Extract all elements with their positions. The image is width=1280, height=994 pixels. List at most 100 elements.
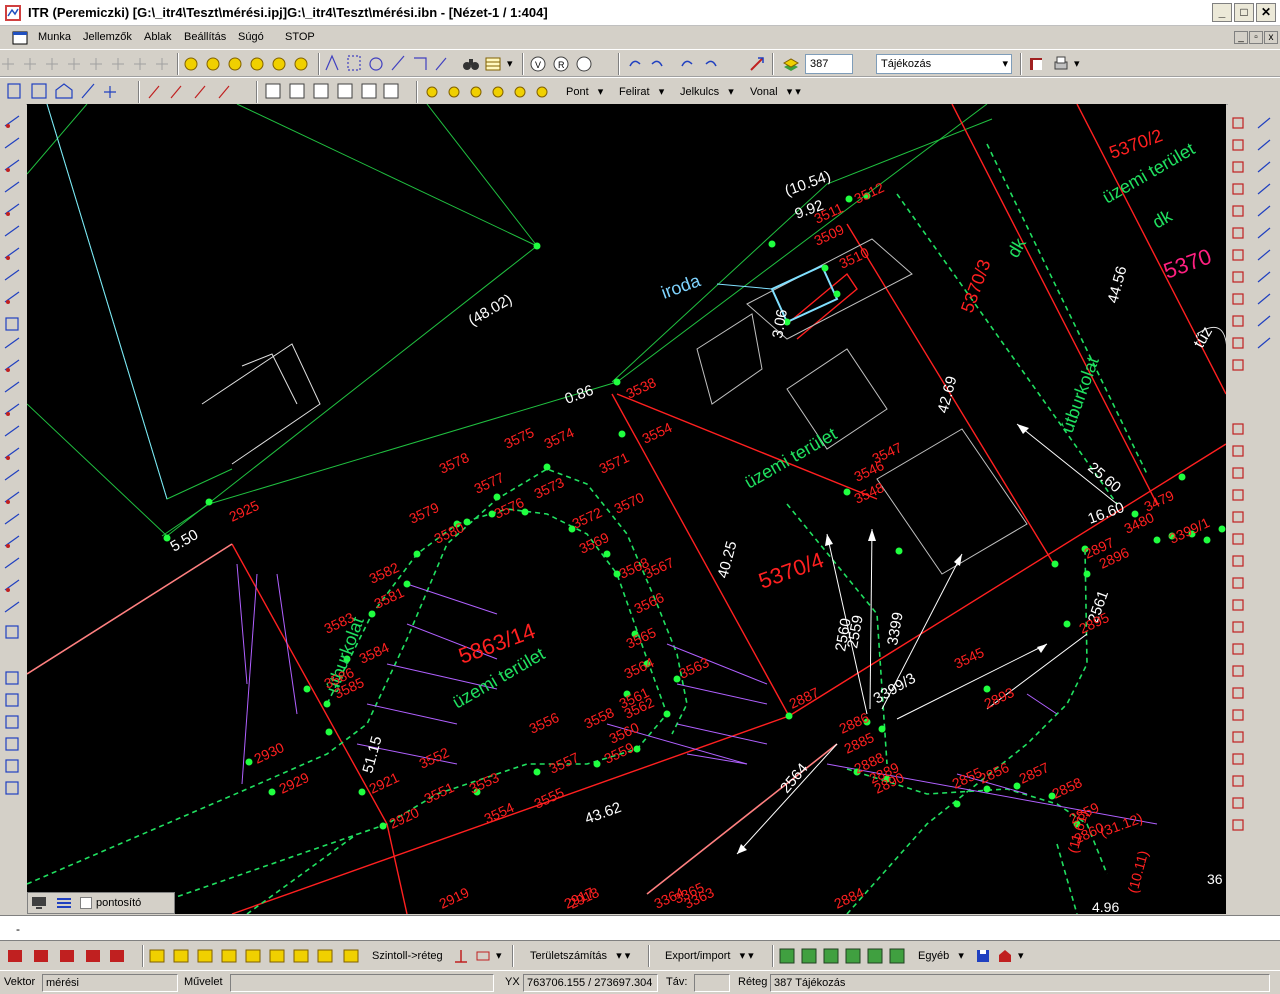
jelkulcs-dropdown[interactable]: Jelkulcs ▾: [680, 82, 734, 102]
menu-beallitas[interactable]: Beállítás: [184, 31, 226, 43]
point-number-label: 3573: [532, 474, 567, 502]
chevron-down-icon: ▾: [1002, 58, 1008, 70]
point-number-label: 2884: [832, 884, 867, 912]
terulet-label: Területszámítás: [530, 950, 608, 962]
text-tools[interactable]: [264, 78, 404, 106]
point-number-label: 3577: [472, 469, 507, 497]
edit-tools[interactable]: [145, 78, 253, 106]
map-canvas[interactable]: 5370/2 5370/3 5370/4 5863/14 5370 üzemi …: [27, 104, 1226, 914]
map-drawing: 5370/2 5370/3 5370/4 5863/14 5370 üzemi …: [27, 104, 1226, 914]
menu-stop[interactable]: STOP: [285, 31, 315, 43]
point-number-label: 2919: [437, 884, 472, 912]
dropdown-arrow-icon[interactable]: ▾: [507, 54, 513, 74]
point-number-label: 3570: [612, 489, 647, 517]
right-tool-icons[interactable]: [1228, 104, 1280, 844]
close-button[interactable]: ✕: [1256, 3, 1276, 22]
maximize-button[interactable]: □: [1234, 3, 1254, 22]
select-tools[interactable]: [322, 50, 452, 78]
zoom-tools[interactable]: VR: [528, 50, 608, 78]
view-tabs: pontosító: [27, 892, 175, 914]
point-number-label: 3547: [870, 439, 905, 467]
dim-label: (10.11): [1124, 849, 1151, 895]
distance-label: 51.15: [359, 734, 385, 775]
tav-label: Táv:: [666, 976, 688, 988]
szintoll-button[interactable]: Szintoll->réteg: [372, 946, 443, 966]
menu-sugo[interactable]: Súgó: [238, 31, 264, 43]
export-dropdown[interactable]: Export/import ▾ ▾: [665, 946, 754, 966]
distance-label: 44.56: [1104, 264, 1130, 305]
minimize-button[interactable]: _: [1212, 3, 1232, 22]
distance-label: 3399: [884, 611, 907, 647]
bottom-tool-icons-2[interactable]: [148, 946, 368, 966]
point-number-label: 2920: [387, 804, 422, 832]
point-number-label: 2856: [977, 759, 1012, 787]
window-title: ITR (Peremiczki) [G:\_itr4\Teszt\mérési.…: [28, 5, 548, 20]
distance-label: 16.60: [1086, 499, 1127, 528]
undo-redo-tools[interactable]: [624, 50, 744, 78]
grid-tools[interactable]: [0, 50, 180, 78]
point-number-label: 3553: [467, 769, 502, 797]
measure-icon[interactable]: [452, 947, 470, 965]
monitor-icon[interactable]: [31, 896, 47, 910]
point-number-label: 3554: [482, 799, 517, 827]
mdi-close-button[interactable]: x: [1264, 31, 1278, 44]
left-tool-icons[interactable]: [0, 104, 26, 834]
dropdown-arrow-icon[interactable]: ▾: [496, 946, 502, 966]
doc-icon: [12, 31, 28, 45]
point-number-label: 3552: [417, 744, 452, 772]
binoculars-icon[interactable]: [462, 55, 480, 73]
point-number-label: 3538: [624, 374, 659, 402]
point-number-label: 3581: [372, 584, 407, 612]
yx-value: 763706.155 / 273697.304: [523, 974, 658, 992]
layers-icon[interactable]: [782, 55, 800, 73]
point-tools[interactable]: [422, 78, 556, 106]
menu-jellemzok[interactable]: Jellemzők: [83, 31, 132, 43]
layer-number-field[interactable]: 387: [805, 54, 853, 74]
distance-label: 25.60: [1084, 459, 1124, 496]
vonal-dropdown[interactable]: Vonal ▾ ▾: [750, 82, 801, 102]
bottom-tool-icons-3[interactable]: [778, 946, 908, 966]
pont-dropdown[interactable]: Pont ▾: [566, 82, 603, 102]
distance-label: 5.50: [168, 526, 202, 555]
mdi-restore-button[interactable]: ▫: [1249, 31, 1263, 44]
pontosito-checkbox[interactable]: [80, 897, 92, 909]
command-line[interactable]: -: [0, 915, 1280, 941]
bottom-tool-icons[interactable]: [6, 946, 136, 966]
rect-icon[interactable]: [474, 947, 492, 965]
distance-label: 42.69: [934, 374, 960, 415]
refresh-icon[interactable]: [748, 55, 766, 73]
print-icon[interactable]: [1052, 55, 1070, 73]
title-bar: ITR (Peremiczki) [G:\_itr4\Teszt\mérési.…: [0, 0, 1280, 26]
dropdown-arrow-icon[interactable]: ▾: [1018, 946, 1024, 966]
command-text: -: [16, 922, 20, 936]
dropdown-arrow-icon[interactable]: ▾: [1074, 54, 1080, 74]
snap-tools[interactable]: [182, 50, 312, 78]
parcel-label: 5370: [1160, 243, 1215, 283]
save-icon[interactable]: [974, 947, 992, 965]
tav-value: [694, 974, 730, 992]
egyeb-dropdown[interactable]: Egyéb ▾: [918, 946, 964, 966]
house-icon[interactable]: [996, 947, 1014, 965]
menu-ablak[interactable]: Ablak: [144, 31, 172, 43]
table-icon[interactable]: [484, 55, 502, 73]
point-number-label: 3510: [837, 244, 872, 272]
layers-list-icon[interactable]: [56, 896, 72, 910]
area-label: útburkolat: [1057, 354, 1103, 435]
layer-name-select[interactable]: Tájékozás ▾: [876, 54, 1012, 74]
mdi-minimize-button[interactable]: _: [1234, 31, 1248, 44]
point-number-label: 3571: [597, 449, 632, 477]
point-number-label: 2918: [567, 884, 602, 912]
felirat-dropdown[interactable]: Felirat ▾: [619, 82, 664, 102]
toolbar-bottom: Szintoll->réteg ▾ Területszámítás ▾ ▾ Ex…: [0, 942, 1280, 970]
pontosito-label: pontosító: [96, 897, 142, 909]
distance-label: 3399/3: [871, 670, 919, 708]
draw-tools[interactable]: [4, 78, 136, 106]
point-number-label: 3512: [852, 179, 887, 207]
terulet-dropdown[interactable]: Területszámítás ▾ ▾: [530, 946, 630, 966]
svg-text:V: V: [535, 60, 541, 70]
point-number-label: 3574: [542, 424, 577, 452]
menu-munka[interactable]: Munka: [38, 31, 71, 43]
vonal-label: Vonal: [750, 86, 778, 98]
book-icon[interactable]: [1028, 55, 1046, 73]
point-number-label: 3572: [570, 504, 605, 532]
